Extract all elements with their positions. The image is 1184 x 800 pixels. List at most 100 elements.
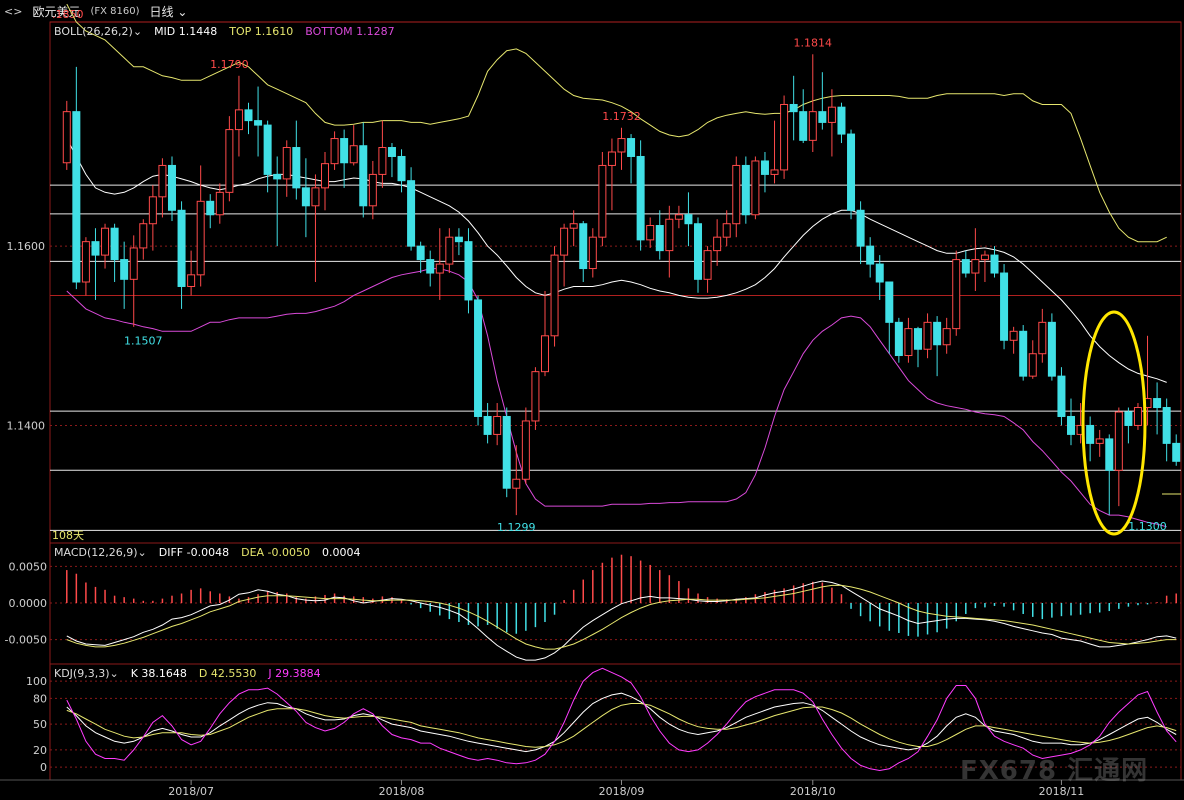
boll-name: BOLL(26,26,2) [54,25,133,38]
kdj-legend: KDJ(9,3,3)⌄ K 38.1648 D 42.5530 J 29.388… [54,667,321,680]
candle-body [1057,375,1066,417]
candle-body [378,147,387,175]
candle-body [694,223,703,280]
candle-body [799,111,808,141]
watermark-logo: FX678 汇通网 [960,756,1149,786]
macd-y-tick-label: 0.0000 [9,597,48,610]
macd-y-tick-label: -0.0050 [5,634,47,647]
price-annotation: 1.1732 [602,110,641,123]
kdj-k-line [66,692,1177,753]
candle-body [196,200,205,276]
boll-mid-value: MID 1.1448 [154,25,218,38]
candle-body [980,254,989,261]
candle-body [158,164,167,198]
candle-body [206,200,215,216]
kdj-y-tick-label: 20 [33,744,47,757]
candle-body [923,321,932,350]
macd-hist-value: 0.0004 [322,546,361,559]
candle-body [713,236,722,252]
candle-body [674,214,683,220]
candle-body [187,274,196,287]
candle-body [560,227,569,256]
candle-body [655,225,664,252]
kdj-indicator-dropdown[interactable]: KDJ(9,3,3)⌄ [54,667,119,680]
candle-body [598,164,607,238]
x-tick-label: 2018/07 [168,785,214,798]
candle-body [760,160,769,175]
candle-body [292,147,301,189]
price-top-label: .1850 [52,8,84,21]
candle-body [1162,407,1171,444]
candle-body [894,321,903,357]
candle-body [1047,321,1056,377]
boll-top-value: TOP 1.1610 [229,25,294,38]
candle-body [521,420,530,480]
candle-body [741,164,750,216]
candle-body [617,138,626,153]
candle-body [445,236,454,265]
kdj-y-tick-label: 100 [26,675,47,688]
candle-body [254,120,263,126]
candle-body [454,236,463,243]
candle-body [703,250,712,280]
macd-y-tick-label: 0.0050 [9,560,48,573]
candle-body [808,111,817,141]
candle-body [263,124,272,175]
candle-body [72,111,81,283]
candle-body [110,227,119,261]
candle-body [875,263,884,283]
price-annotation: 1.1300 [1128,520,1167,533]
macd-indicator-dropdown[interactable]: MACD(12,26,9)⌄ [54,546,147,559]
candle-body [301,187,310,207]
candle-body [234,109,243,131]
candle-body [1105,438,1114,471]
candle-body [225,129,234,193]
kdj-j-value: J 29.3884 [268,667,321,680]
candle-body [435,263,444,274]
candle-body [780,103,789,171]
candle-body [856,209,865,247]
candle-body [904,328,913,357]
kdj-y-tick-label: 50 [33,718,47,731]
candle-body [91,241,100,256]
candle-body [732,164,741,225]
candle-body [244,109,253,122]
candle-body [885,281,894,323]
candle-body [397,155,406,182]
price-y-tick-label: 1.1400 [7,419,46,432]
candle-body [627,138,636,157]
candle-body [531,371,540,422]
candle-body [550,254,559,337]
candle-body [636,155,645,241]
candle-body [1124,411,1133,426]
candle-body [120,259,129,280]
candle-body [1095,438,1104,444]
boll-legend: BOLL(26,26,2)⌄ MID 1.1448 TOP 1.1610 BOT… [54,25,395,38]
candle-body [866,245,875,265]
candle-body [646,225,655,241]
candle-body [81,241,90,283]
macd-legend: MACD(12,26,9)⌄ DIFF -0.0048 DEA -0.0050 … [54,546,361,559]
boll-indicator-dropdown[interactable]: BOLL(26,26,2)⌄ [54,25,142,38]
candle-body [321,163,330,189]
candle-body [722,223,731,238]
chevron-down-icon: ⌄ [137,546,147,559]
candle-body [464,241,473,301]
candle-body [847,133,856,211]
kdj-d-value: D 42.5530 [198,667,257,680]
candle-body [282,147,291,180]
candle-body [913,328,922,350]
x-tick-label: 2018/08 [379,785,425,798]
candle-body [387,147,396,157]
candle-body [129,247,138,280]
candle-body [502,415,511,489]
price-annotation: 1.1814 [794,36,833,49]
candle-body [349,145,358,164]
macd-name: MACD(12,26,9) [54,546,138,559]
price-annotation: 1.1299 [497,521,536,534]
candle-body [990,254,999,274]
candle-body [1133,407,1142,426]
candle-body [311,187,320,207]
candle-body [368,173,377,207]
x-tick-label: 2018/09 [599,785,645,798]
